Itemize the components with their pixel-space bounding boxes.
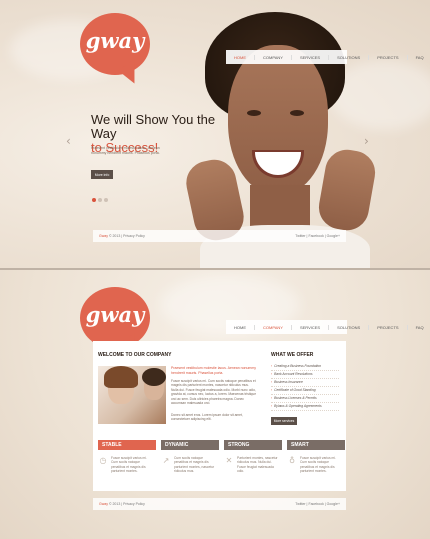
offer-label: Business Licenses & Permits: [274, 396, 317, 400]
feature-title: Dynamic: [161, 440, 219, 450]
slider-dot[interactable]: [98, 198, 102, 202]
nav-item-projects[interactable]: Projects: [368, 324, 406, 330]
logo-text: gway: [85, 28, 145, 53]
chevron-right-icon: ›: [271, 380, 273, 384]
footer-brand[interactable]: Gway: [99, 502, 108, 506]
chart-icon: ↗: [162, 456, 170, 465]
chevron-right-icon[interactable]: ›: [364, 135, 372, 147]
offer-title: What We Offer: [271, 352, 314, 358]
feature-title: Stable: [98, 440, 156, 450]
logo[interactable]: gway: [80, 287, 150, 361]
nav-item-solutions[interactable]: Solutions: [328, 324, 368, 330]
feature-smart: Smart ♁ Fusce suscipit varius mi. Cum soci…: [287, 440, 345, 474]
welcome-paragraph: Donec sit amet eros. Lorem ipsum dolor s…: [171, 413, 243, 422]
nav-item-faq[interactable]: FAQ: [406, 54, 430, 60]
lightbulb-icon: ♁: [289, 456, 295, 465]
feature-strong: Strong ✕ Parturient montes, nascetur ridic…: [224, 440, 282, 474]
clock-icon: ◷: [99, 456, 107, 465]
feature-text: Cum sociis natoque penatibus et magnis d…: [174, 456, 215, 474]
nav-item-company[interactable]: Company: [254, 54, 291, 60]
chevron-left-icon[interactable]: ‹: [66, 135, 74, 147]
offer-label: Certificate of Good Standing: [274, 388, 316, 392]
footer-social-links[interactable]: Twitter | Facebook | Google+: [295, 502, 340, 506]
nav-item-home[interactable]: Home: [226, 55, 254, 60]
offer-list-item[interactable]: › Business Licenses & Permits: [271, 395, 339, 403]
team-photo: [98, 366, 166, 424]
chevron-right-icon: ›: [271, 364, 273, 368]
chevron-right-icon: ›: [271, 404, 273, 408]
chevron-right-icon: ›: [271, 388, 273, 392]
footer: Gway © 2013 | Privacy Policy Twitter | F…: [93, 230, 346, 242]
nav-item-services[interactable]: Services: [290, 324, 328, 330]
slider-dot[interactable]: [104, 198, 108, 202]
offer-list-item[interactable]: › Bank Account Resolutions: [271, 371, 339, 379]
more-services-button[interactable]: More services: [271, 417, 297, 425]
footer: Gway © 2013 | Privacy Policy Twitter | F…: [93, 498, 346, 510]
logo-text: gway: [85, 302, 145, 327]
feature-title: Smart: [287, 440, 345, 450]
nav-item-faq[interactable]: FAQ: [406, 324, 430, 330]
welcome-intro: Praesent vestibulum molestie lacus. Aene…: [171, 366, 257, 375]
more-info-button[interactable]: More info: [91, 170, 113, 179]
slider-pagination: [92, 198, 108, 202]
main-nav: Home Company Services Solutions Projects FAQ: [226, 320, 424, 334]
nav-item-company[interactable]: Company: [254, 324, 291, 330]
offer-label: Creating a Business Foundation: [274, 364, 322, 368]
chevron-right-icon: ›: [271, 396, 273, 400]
feature-text: Parturient montes, nascetur ridiculus mu…: [237, 456, 278, 474]
feature-stable: Stable ◷ Fusce suscipit varius mi. Cum soc…: [98, 440, 156, 474]
main-nav: Home Company Services Solutions Projects FAQ: [226, 50, 424, 64]
offer-label: Bank Account Resolutions: [274, 372, 313, 376]
welcome-paragraph: Fusce suscipit varius mi. Cum sociis nat…: [171, 379, 257, 406]
offer-label: Bylaws & Operating Agreements: [274, 404, 322, 408]
slider-dot[interactable]: [92, 198, 96, 202]
logo[interactable]: gway: [80, 13, 150, 87]
footer-copyright: © 2013 | Privacy Policy: [108, 234, 145, 238]
hero-subtitle: Praesent vestibulum molestie lacus. Aene…: [91, 146, 160, 155]
feature-title: Strong: [224, 440, 282, 450]
footer-social-links[interactable]: Twitter | Facebook | Google+: [295, 234, 340, 238]
chevron-right-icon: ›: [271, 372, 273, 376]
offer-list-item[interactable]: › Business Insurance: [271, 379, 339, 387]
welcome-title: Welcome to Our Company: [98, 352, 172, 358]
offer-label: Business Insurance: [274, 380, 303, 384]
nav-item-projects[interactable]: Projects: [368, 54, 406, 60]
cloud-decoration: [330, 60, 430, 130]
feature-dynamic: Dynamic ↗ Cum sociis natoque penatibus et …: [161, 440, 219, 474]
feature-text: Fusce suscipit varius mi. Cum sociis nat…: [300, 456, 336, 474]
footer-copyright: © 2013 | Privacy Policy: [108, 502, 145, 506]
offer-list-item[interactable]: › Bylaws & Operating Agreements: [271, 403, 339, 411]
footer-brand[interactable]: Gway: [99, 234, 108, 238]
offer-list: › Creating a Business Foundation › Bank Acc…: [271, 363, 339, 411]
nav-item-solutions[interactable]: Solutions: [328, 54, 368, 60]
tools-icon: ✕: [225, 456, 233, 465]
offer-list-item[interactable]: › Creating a Business Foundation: [271, 363, 339, 371]
home-slider: gway Home Company Services Solutions Project…: [0, 0, 430, 268]
nav-item-home[interactable]: Home: [226, 325, 254, 330]
nav-item-services[interactable]: Services: [290, 54, 328, 60]
offer-list-item[interactable]: › Certificate of Good Standing: [271, 387, 339, 395]
feature-text: Fusce suscipit varius mi. Cum sociis nat…: [111, 456, 147, 474]
